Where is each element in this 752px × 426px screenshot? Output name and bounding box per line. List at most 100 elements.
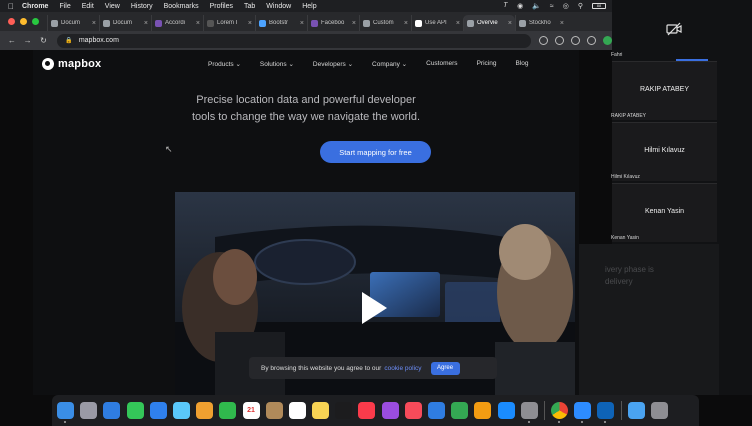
menu-bookmarks[interactable]: Bookmarks bbox=[164, 3, 199, 10]
tab-4[interactable]: Lorem I × bbox=[203, 15, 255, 31]
search-icon[interactable]: ⚲ bbox=[578, 2, 583, 10]
menu-tab[interactable]: Tab bbox=[244, 3, 255, 10]
tab-3[interactable]: Accordi × bbox=[151, 15, 203, 31]
close-tab-icon[interactable]: × bbox=[248, 20, 252, 27]
finder-icon[interactable] bbox=[57, 402, 74, 423]
page-icon bbox=[103, 19, 110, 27]
tab-7[interactable]: Custom × bbox=[359, 15, 411, 31]
tab-10[interactable]: Stockho × bbox=[515, 15, 567, 31]
close-tab-icon[interactable]: × bbox=[456, 20, 460, 27]
tab-8[interactable]: Use API × bbox=[411, 15, 463, 31]
close-window-button[interactable] bbox=[8, 18, 15, 25]
notes-icon[interactable] bbox=[312, 402, 330, 419]
launchpad-icon[interactable] bbox=[80, 402, 98, 419]
zoom-icon[interactable] bbox=[574, 402, 592, 423]
nav-products[interactable]: Products ⌄ bbox=[208, 60, 241, 68]
close-tab-icon[interactable]: × bbox=[352, 20, 356, 27]
participant-tile-name: Kenan Yasin bbox=[644, 208, 685, 215]
control-center-icon[interactable]: ◎ bbox=[563, 2, 569, 10]
settings-icon[interactable] bbox=[520, 402, 538, 423]
volume-icon[interactable]: 🔈 bbox=[532, 2, 541, 10]
vscode-icon[interactable] bbox=[597, 402, 615, 423]
menu-edit[interactable]: Edit bbox=[82, 3, 94, 10]
menu-app-name[interactable]: Chrome bbox=[22, 3, 48, 10]
forward-arrow-icon[interactable]: → bbox=[20, 36, 36, 45]
menu-window[interactable]: Window bbox=[266, 3, 291, 10]
screen-record-icon[interactable]: ◉ bbox=[517, 2, 523, 10]
photos-icon[interactable] bbox=[196, 402, 214, 419]
podcasts-icon[interactable] bbox=[381, 402, 399, 419]
messages-icon[interactable] bbox=[126, 402, 144, 419]
nav-solutions[interactable]: Solutions ⌄ bbox=[260, 60, 294, 68]
apple-menu-icon[interactable]:  bbox=[0, 2, 22, 11]
nav-blog[interactable]: Blog bbox=[515, 60, 528, 68]
close-tab-icon[interactable]: × bbox=[196, 20, 200, 27]
calendar-icon[interactable]: 21 bbox=[242, 402, 260, 419]
nav-developers[interactable]: Developers ⌄ bbox=[313, 60, 353, 68]
tab-6[interactable]: Faceboo × bbox=[307, 15, 359, 31]
cookie-policy-link[interactable]: cookie policy bbox=[384, 365, 421, 372]
facetime-icon[interactable] bbox=[219, 402, 237, 419]
menu-profiles[interactable]: Profiles bbox=[210, 3, 233, 10]
participant-tile-rakip[interactable]: RAKIP ATABEY bbox=[612, 61, 717, 120]
chrome-icon[interactable] bbox=[550, 402, 568, 423]
tab-9-active[interactable]: Overvie × bbox=[463, 15, 515, 31]
extension-icon[interactable] bbox=[603, 36, 612, 45]
address-bar[interactable]: 🔒 mapbox.com bbox=[57, 33, 531, 48]
reload-icon[interactable]: ↻ bbox=[36, 36, 52, 45]
camera-off-icon[interactable] bbox=[666, 22, 682, 36]
battery-icon[interactable]: 88 bbox=[592, 3, 606, 9]
site-nav: mapbox Products ⌄ Solutions ⌄ Developers… bbox=[33, 50, 579, 78]
menu-file[interactable]: File bbox=[59, 3, 70, 10]
wifi-icon[interactable]: ≈ bbox=[550, 3, 554, 10]
contacts-icon[interactable] bbox=[265, 402, 283, 419]
running-indicator bbox=[557, 421, 560, 423]
agree-button[interactable]: Agree bbox=[430, 361, 460, 375]
running-indicator bbox=[64, 421, 66, 423]
tab-label: Accordi bbox=[165, 20, 186, 26]
nav-company[interactable]: Company ⌄ bbox=[372, 60, 407, 68]
close-tab-icon[interactable]: × bbox=[560, 20, 564, 27]
back-arrow-icon[interactable]: ← bbox=[4, 36, 20, 45]
tab-2[interactable]: Docum × bbox=[99, 15, 151, 31]
participant-tile-hilmi[interactable]: Hilmi Kılavuz bbox=[612, 122, 717, 181]
bookmark-star-icon[interactable] bbox=[571, 36, 580, 45]
start-mapping-button[interactable]: Start mapping for free bbox=[320, 141, 431, 163]
lock-icon[interactable]: 🔒 bbox=[65, 37, 72, 44]
text-tool-icon[interactable]: 𝑇 bbox=[504, 2, 508, 10]
close-tab-icon[interactable]: × bbox=[300, 20, 304, 27]
menu-history[interactable]: History bbox=[131, 3, 153, 10]
trash-icon[interactable] bbox=[650, 402, 668, 419]
maps-icon[interactable] bbox=[172, 402, 190, 419]
appstore-icon[interactable] bbox=[497, 402, 515, 419]
minimize-window-button[interactable] bbox=[20, 18, 27, 25]
close-tab-icon[interactable]: × bbox=[144, 20, 148, 27]
mail-icon[interactable] bbox=[149, 402, 167, 419]
tab-5[interactable]: Bootstr × bbox=[255, 15, 307, 31]
google-lens-icon[interactable] bbox=[539, 36, 548, 45]
pages-icon[interactable] bbox=[474, 402, 492, 419]
profile-icon[interactable] bbox=[587, 36, 596, 45]
folder-icon[interactable] bbox=[627, 402, 645, 419]
participant-tile-kenan[interactable]: Kenan Yasin bbox=[612, 183, 717, 242]
music-icon[interactable] bbox=[358, 402, 376, 419]
background-text-line: ivery phase is bbox=[605, 265, 654, 274]
menu-help[interactable]: Help bbox=[302, 3, 316, 10]
close-tab-icon[interactable]: × bbox=[508, 20, 512, 27]
tab-label: Bootstr bbox=[269, 20, 289, 26]
tab-1[interactable]: Docum × bbox=[47, 15, 99, 31]
safari-icon[interactable] bbox=[103, 402, 121, 419]
numbers-icon[interactable] bbox=[451, 402, 469, 419]
appletv-icon[interactable] bbox=[335, 402, 353, 419]
reminders-icon[interactable] bbox=[288, 402, 306, 419]
close-tab-icon[interactable]: × bbox=[92, 20, 96, 27]
keynote-icon[interactable] bbox=[428, 402, 445, 419]
share-icon[interactable] bbox=[555, 36, 564, 45]
nav-pricing[interactable]: Pricing bbox=[477, 60, 497, 68]
news-icon[interactable] bbox=[404, 402, 422, 419]
close-tab-icon[interactable]: × bbox=[404, 20, 408, 27]
zoom-window-button[interactable] bbox=[32, 18, 39, 25]
nav-customers[interactable]: Customers bbox=[426, 60, 457, 68]
mapbox-logo[interactable]: mapbox bbox=[42, 58, 101, 70]
menu-view[interactable]: View bbox=[105, 3, 120, 10]
